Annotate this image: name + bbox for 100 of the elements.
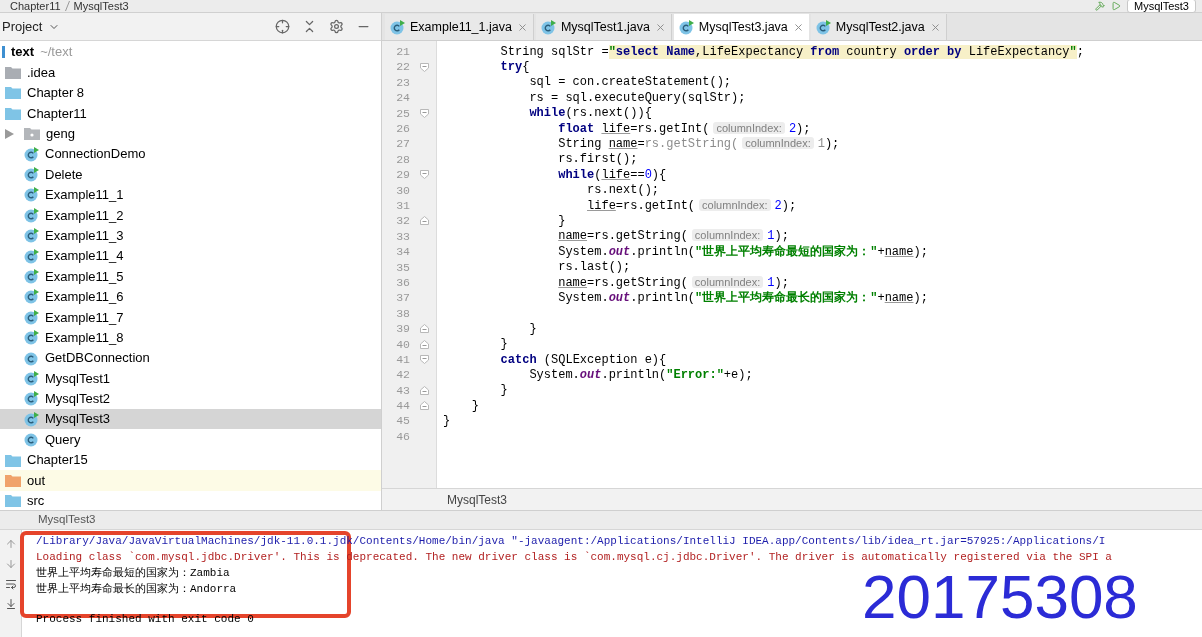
settings-icon[interactable] bbox=[329, 19, 344, 34]
down-arrow-icon[interactable] bbox=[4, 558, 17, 570]
folder-icon bbox=[5, 473, 21, 487]
tree-item[interactable]: MysqlTest3 bbox=[0, 409, 381, 430]
tree-item[interactable]: Query bbox=[0, 429, 381, 450]
code-line: try{ bbox=[499, 59, 530, 77]
line-number: 28 bbox=[395, 151, 411, 168]
close-icon[interactable] bbox=[654, 21, 666, 33]
tree-item[interactable]: ConnectionDemo bbox=[0, 143, 381, 165]
code-line: while(life==0){ bbox=[557, 166, 667, 184]
locate-icon[interactable] bbox=[275, 19, 290, 34]
tree-item[interactable]: Example11_3 bbox=[0, 225, 381, 246]
build-icon[interactable] bbox=[1094, 1, 1105, 11]
run-config-dropdown[interactable]: MysqlTest3 bbox=[1126, 0, 1196, 13]
editor-tab[interactable]: Example11_1.java bbox=[385, 14, 534, 40]
module-marker-icon bbox=[2, 46, 5, 59]
close-icon[interactable] bbox=[929, 21, 941, 33]
scroll-to-end-icon[interactable] bbox=[4, 598, 17, 610]
runnable-class-icon bbox=[24, 309, 39, 325]
line-number: 38 bbox=[395, 305, 411, 322]
tree-item[interactable]: geng bbox=[0, 123, 381, 144]
breadcrumb-link[interactable]: Chapter11 bbox=[10, 0, 61, 13]
run-tab[interactable]: MysqlTest3 bbox=[38, 511, 96, 529]
runnable-class-icon bbox=[24, 228, 39, 244]
tree-item[interactable]: Example11_4 bbox=[0, 245, 381, 267]
tree-item[interactable]: Example11_5 bbox=[0, 266, 381, 287]
code-line: rs.first(); bbox=[557, 151, 638, 169]
code-line: catch (SQLException e){ bbox=[499, 351, 667, 369]
tree-item[interactable]: Example11_6 bbox=[0, 286, 381, 308]
tree-item[interactable]: text ~/text bbox=[0, 42, 381, 63]
folder-icon bbox=[5, 106, 21, 120]
fold-marker-icon[interactable] bbox=[420, 62, 429, 72]
editor-tab[interactable]: MysqlTest1.java bbox=[535, 14, 672, 40]
expand-arrow-icon[interactable] bbox=[5, 128, 14, 139]
annotation-number: 20175308 bbox=[862, 569, 1138, 625]
close-icon[interactable] bbox=[516, 21, 528, 33]
runnable-class-icon bbox=[24, 411, 39, 427]
code-line: rs = sql.executeQuery(sqlStr); bbox=[528, 89, 746, 107]
line-number: 33 bbox=[395, 228, 411, 245]
fold-marker-icon[interactable] bbox=[420, 324, 429, 334]
line-number: 45 bbox=[395, 413, 411, 430]
runnable-class-icon bbox=[24, 330, 39, 346]
code-line: name=rs.getString( columnIndex: 1); bbox=[557, 228, 789, 245]
fold-marker-icon[interactable] bbox=[420, 170, 429, 180]
tree-item[interactable]: Example11_7 bbox=[0, 307, 381, 328]
folder-icon bbox=[5, 66, 21, 80]
runnable-class-icon bbox=[24, 207, 39, 223]
soft-wrap-icon[interactable] bbox=[4, 578, 17, 590]
console-line: 世界上平均寿命最长的国家为：Andorra bbox=[36, 582, 238, 597]
runnable-class-icon bbox=[24, 146, 39, 162]
tree-item[interactable]: out bbox=[0, 470, 381, 491]
line-number: 31 bbox=[395, 198, 411, 214]
line-number: 42 bbox=[395, 367, 411, 384]
fold-marker-icon[interactable] bbox=[420, 355, 429, 364]
tree-item[interactable]: Example11_1 bbox=[0, 184, 381, 206]
line-number: 44 bbox=[395, 398, 411, 415]
parameter-hint: columnIndex: bbox=[691, 275, 764, 288]
fold-marker-icon[interactable] bbox=[420, 216, 429, 226]
close-icon[interactable] bbox=[792, 21, 804, 33]
editor-tab[interactable]: MysqlTest3.java bbox=[673, 14, 809, 40]
fold-marker-icon[interactable] bbox=[420, 339, 429, 349]
tree-item[interactable]: Example11_8 bbox=[0, 327, 381, 348]
tree-item[interactable]: Example11_2 bbox=[0, 205, 381, 226]
line-number: 36 bbox=[395, 274, 411, 291]
code-line: System.out.println("世界上平均寿命最长的国家为："+name); bbox=[557, 289, 928, 307]
breadcrumb-link[interactable]: MysqlTest3 bbox=[73, 0, 129, 13]
fold-marker-icon[interactable] bbox=[420, 385, 429, 395]
run-icon[interactable] bbox=[1110, 1, 1121, 11]
runnable-class-icon bbox=[678, 19, 694, 35]
code-line: } bbox=[499, 336, 508, 354]
tree-item[interactable]: GetDBConnection bbox=[0, 347, 381, 369]
code-line: } bbox=[470, 397, 479, 415]
line-number: 39 bbox=[395, 321, 411, 338]
runnable-class-icon bbox=[24, 269, 39, 284]
tree-item[interactable]: Chapter15 bbox=[0, 449, 381, 471]
fold-marker-icon[interactable] bbox=[420, 108, 429, 118]
tree-item[interactable]: MysqlTest2 bbox=[0, 388, 381, 410]
class-icon bbox=[24, 350, 39, 366]
tree-item[interactable]: Chapter11 bbox=[0, 103, 381, 124]
package-folder-icon bbox=[24, 127, 40, 141]
line-number: 27 bbox=[395, 136, 411, 153]
line-number: 43 bbox=[395, 382, 411, 399]
editor-tab[interactable]: MysqlTest2.java bbox=[810, 14, 947, 40]
up-arrow-icon[interactable] bbox=[4, 538, 17, 550]
tree-item[interactable]: MysqlTest1 bbox=[0, 368, 381, 389]
tree-item[interactable]: Chapter 8 bbox=[0, 82, 381, 104]
project-view-dropdown[interactable]: Project bbox=[0, 16, 61, 37]
editor-breadcrumb[interactable]: MysqlTest3 bbox=[447, 490, 508, 509]
code-line: String name=rs.getString( columnIndex: 1); bbox=[557, 136, 840, 153]
tree-item[interactable]: Delete bbox=[0, 164, 381, 185]
parameter-hint: columnIndex: bbox=[691, 229, 764, 242]
line-number: 29 bbox=[395, 167, 411, 184]
tree-item[interactable]: src bbox=[0, 490, 381, 510]
tree-item[interactable]: .idea bbox=[0, 62, 381, 83]
code-line: rs.next(); bbox=[586, 182, 660, 200]
runnable-class-icon bbox=[24, 370, 39, 386]
folder-icon bbox=[5, 86, 21, 100]
fold-marker-icon[interactable] bbox=[420, 401, 429, 411]
line-number: 21 bbox=[395, 44, 411, 61]
runnable-class-icon bbox=[24, 167, 39, 183]
